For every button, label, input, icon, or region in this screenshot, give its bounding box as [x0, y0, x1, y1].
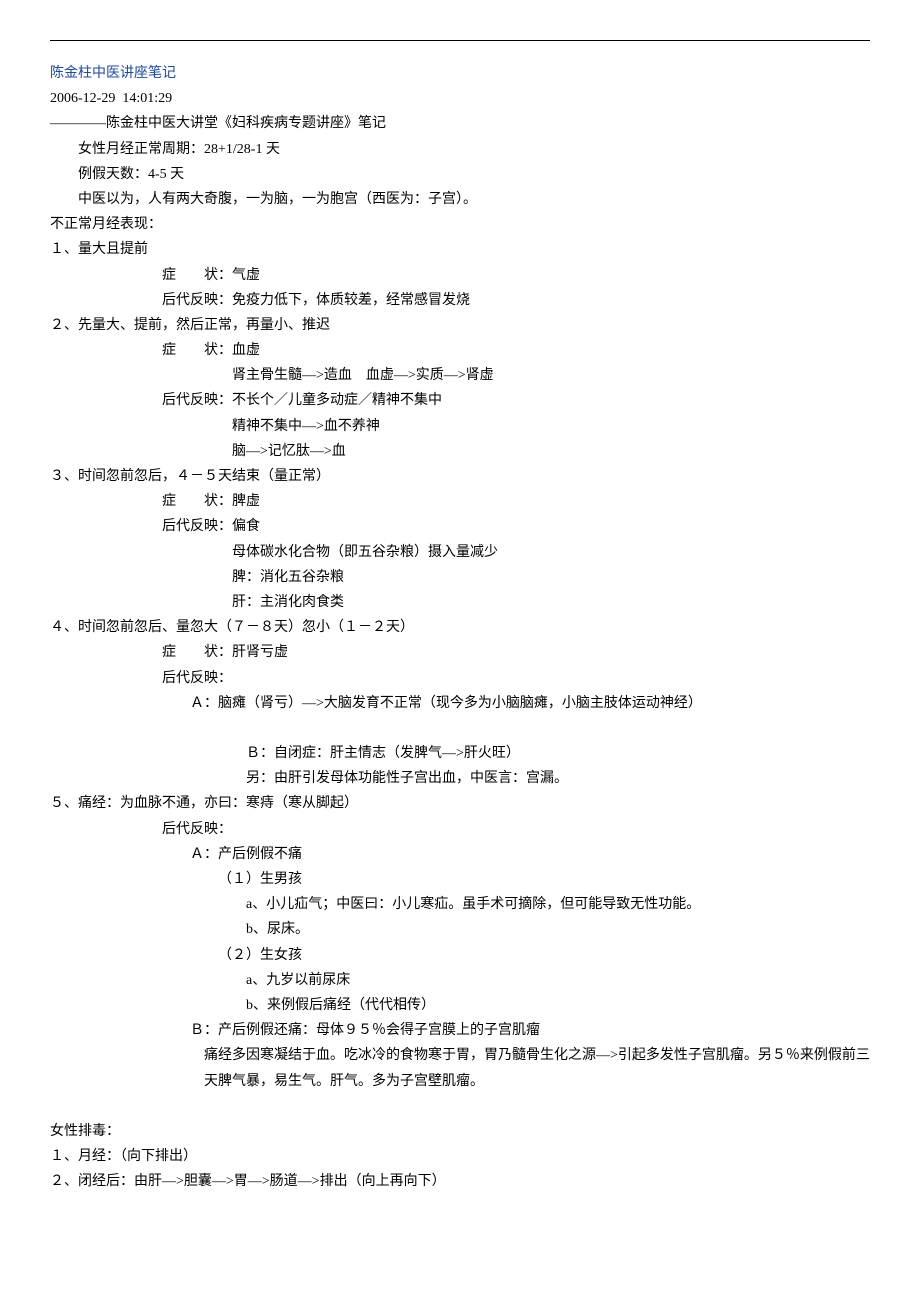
- symptom-line: 症 状：肝肾亏虚: [50, 640, 870, 665]
- section-heading: ５、痛经：为血脉不通，亦曰：寒痔（寒从脚起）: [50, 791, 870, 816]
- dys-boy-item: b、尿床。: [50, 917, 870, 942]
- reflection-sub: 脾：消化五谷杂粮: [50, 565, 870, 590]
- reflection-sub: Ａ：脑瘫（肾亏）—>大脑发育不正常（现今多为小脑脑瘫，小脑主肢体运动神经）: [50, 691, 870, 716]
- reflection-sub: 母体碳水化合物（即五谷杂粮）摄入量减少: [50, 540, 870, 565]
- timestamp: 2006-12-29 14:01:29: [50, 86, 870, 111]
- top-divider: [50, 40, 870, 41]
- reflection-line: 后代反映：免疫力低下，体质较差，经常感冒发烧: [50, 288, 870, 313]
- dys-b: Ｂ：产后例假还痛：母体９５％会得子宫膜上的子宫肌瘤: [50, 1018, 870, 1043]
- reflection-sub: 脑—>记忆肽—>血: [50, 439, 870, 464]
- intro-line: 中医以为，人有两大奇腹，一为脑，一为胞宫（西医为：子宫）。: [50, 187, 870, 212]
- dys-a: Ａ：产后例假不痛: [50, 842, 870, 867]
- blank-line: [50, 716, 870, 741]
- section-heading: ４、时间忽前忽后、量忽大（７－８天）忽小（１－２天）: [50, 615, 870, 640]
- dys-b-note: 痛经多因寒凝结于血。吃冰冷的食物寒于胃，胃乃髓骨生化之源—>引起多发性子宫肌瘤。…: [50, 1043, 870, 1093]
- dys-girl-h: （２）生女孩: [50, 943, 870, 968]
- reflection-sub: 肝：主消化肉食类: [50, 590, 870, 615]
- symptom-line: 症 状：血虚: [50, 338, 870, 363]
- section-heading: １、量大且提前: [50, 237, 870, 262]
- detox-item: １、月经：（向下排出）: [50, 1144, 870, 1169]
- intro-line: 女性月经正常周期：28+1/28-1 天: [50, 137, 870, 162]
- detox-item: ２、闭经后：由肝—>胆囊—>胃—>肠道—>排出（向上再向下）: [50, 1169, 870, 1194]
- reflection-line: 后代反映：不长个／儿童多动症／精神不集中: [50, 388, 870, 413]
- symptom-line: 症 状：气虚: [50, 263, 870, 288]
- intro-line: 例假天数：4-5 天: [50, 162, 870, 187]
- abnormal-header: 不正常月经表现：: [50, 212, 870, 237]
- title-link[interactable]: 陈金柱中医讲座笔记: [50, 66, 176, 81]
- reflection-label: 后代反映：: [50, 666, 870, 691]
- dys-girl-item: b、来例假后痛经（代代相传）: [50, 993, 870, 1018]
- symptom-sub: 肾主骨生髓—>造血 血虚—>实质—>肾虚: [50, 363, 870, 388]
- reflection-label: 后代反映：: [50, 817, 870, 842]
- detox-header: 女性排毒：: [50, 1119, 870, 1144]
- symptom-line: 症 状：脾虚: [50, 489, 870, 514]
- section-heading: ３、时间忽前忽后，４－５天结束（量正常）: [50, 464, 870, 489]
- dys-boy-h: （１）生男孩: [50, 867, 870, 892]
- reflection-sub: 另：由肝引发母体功能性子宫出血，中医言：宫漏。: [50, 766, 870, 791]
- reflection-sub: Ｂ：自闭症：肝主情志（发脾气—>肝火旺）: [50, 741, 870, 766]
- reflection-sub: 精神不集中—>血不养神: [50, 414, 870, 439]
- section-heading: ２、先量大、提前，然后正常，再量小、推迟: [50, 313, 870, 338]
- blank-line: [50, 1094, 870, 1119]
- dys-girl-item: a、九岁以前尿床: [50, 968, 870, 993]
- subtitle: ————陈金柱中医大讲堂《妇科疾病专题讲座》笔记: [50, 111, 870, 136]
- reflection-line: 后代反映：偏食: [50, 514, 870, 539]
- dys-boy-item: a、小儿疝气；中医曰：小儿寒疝。虽手术可摘除，但可能导致无性功能。: [50, 892, 870, 917]
